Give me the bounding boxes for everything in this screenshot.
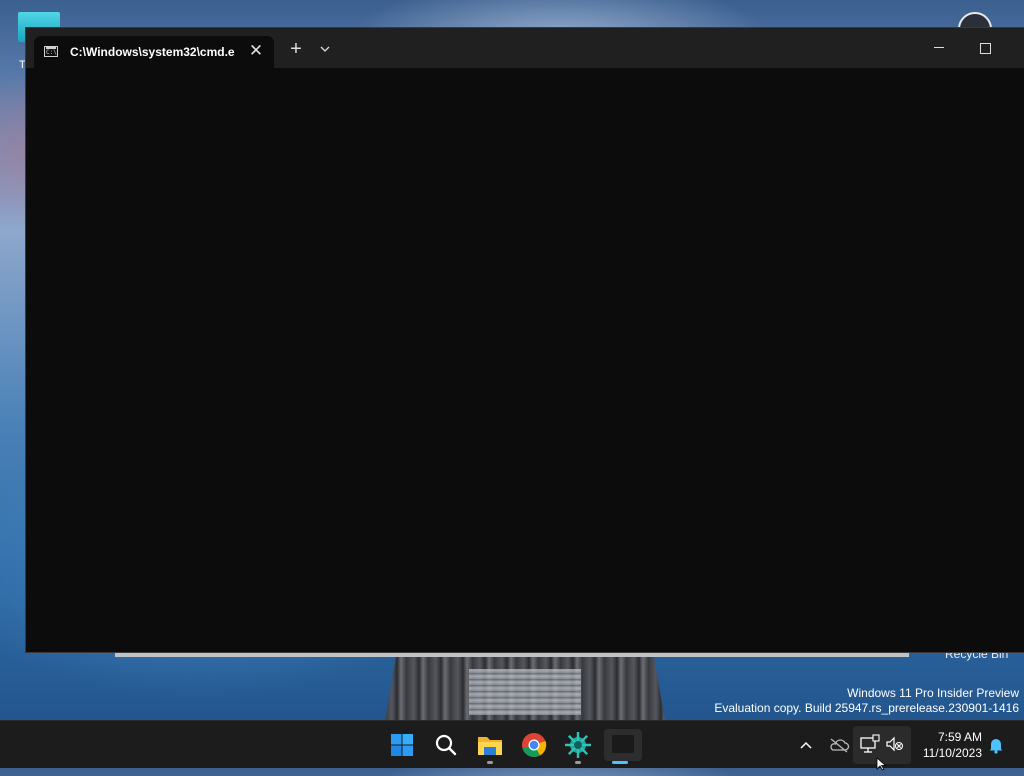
bell-icon [989, 739, 1003, 754]
minimize-button[interactable] [926, 38, 952, 58]
notifications-button[interactable] [986, 735, 1006, 755]
running-indicator [487, 761, 493, 764]
title-bar[interactable]: C:\ C:\Windows\system32\cmd.exe ✕ + [26, 28, 1024, 68]
volume-muted-icon [886, 736, 904, 752]
new-tab-button[interactable]: + [284, 38, 308, 62]
maximize-button[interactable] [972, 38, 998, 58]
chevron-up-icon [800, 741, 812, 749]
app-button[interactable] [562, 729, 594, 764]
show-hidden-icons-button[interactable] [796, 735, 816, 755]
gear-app-icon [565, 732, 591, 758]
search-button[interactable] [430, 729, 462, 761]
tab-cmd[interactable]: C:\ C:\Windows\system32\cmd.exe ✕ [34, 36, 274, 68]
tab-dropdown-button[interactable] [314, 38, 336, 62]
windows-logo-icon [391, 734, 413, 756]
chrome-icon [522, 733, 547, 758]
wallpaper-dock-image [385, 656, 665, 722]
file-explorer-button[interactable] [474, 729, 506, 764]
watermark-build: Evaluation copy. Build 25947.rs_prerelea… [714, 701, 1019, 715]
chrome-button[interactable] [518, 729, 550, 761]
volume-button[interactable] [884, 733, 906, 755]
clock-time: 7:59 AM [937, 730, 982, 744]
chevron-down-icon [320, 46, 330, 52]
folder-icon [478, 737, 502, 755]
mouse-cursor-icon [876, 757, 888, 771]
taskbar: 7:59 AM 11/10/2023 [0, 720, 1024, 771]
watermark-edition: Windows 11 Pro Insider Preview [847, 686, 1019, 700]
tab-title: C:\Windows\system32\cmd.exe [70, 45, 235, 59]
terminal-window[interactable]: C:\ C:\Windows\system32\cmd.exe ✕ + [25, 27, 1024, 653]
search-icon [435, 734, 457, 756]
cloud-off-icon [830, 738, 850, 753]
terminal-button[interactable] [604, 729, 642, 764]
cmd-icon: C:\ [44, 46, 58, 57]
running-indicator [575, 761, 581, 764]
terminal-icon [612, 735, 634, 753]
onedrive-button[interactable] [828, 735, 850, 755]
network-icon [860, 734, 880, 753]
terminal-console-area[interactable] [26, 68, 1024, 652]
active-indicator [612, 761, 628, 764]
close-tab-button[interactable]: ✕ [246, 41, 266, 61]
windows-watermark: Windows 11 Pro Insider Preview Evaluatio… [714, 686, 1019, 716]
start-button[interactable] [386, 729, 418, 761]
network-button[interactable] [858, 733, 882, 755]
clock-date: 11/10/2023 [922, 746, 982, 760]
clock[interactable]: 7:59 AM 11/10/2023 [912, 729, 982, 761]
